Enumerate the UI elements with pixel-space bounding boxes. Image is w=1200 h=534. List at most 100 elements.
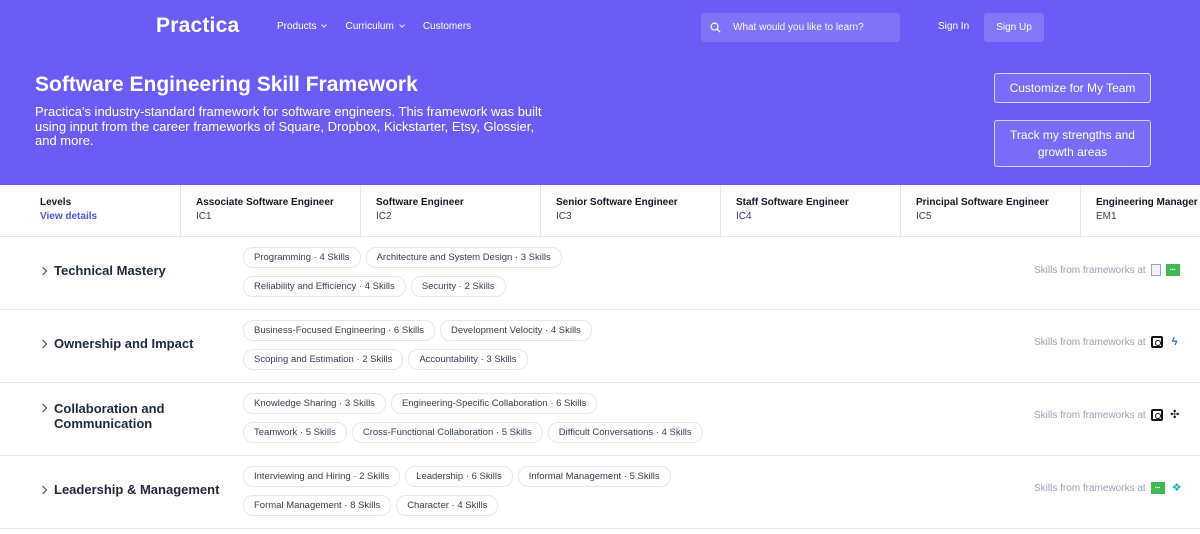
category-title: Ownership and Impact: [54, 336, 193, 351]
square-logo-icon: [1150, 409, 1163, 421]
frameworks-source: Skills from frameworks at ▪▪▪ ❖: [1034, 482, 1184, 494]
nav-products-label: Products: [277, 21, 317, 32]
blue-glyph-icon: ϟ: [1171, 336, 1178, 348]
frameworks-source: Skills from frameworks at ▪▪▪: [1034, 264, 1180, 276]
customize-team-button[interactable]: Customize for My Team: [994, 73, 1151, 103]
frameworks-label: Skills from frameworks at: [1034, 264, 1146, 276]
chevron-down-icon: [321, 22, 328, 28]
level-name: Principal Software Engineer: [916, 197, 1049, 208]
levels-label-col: Levels View details: [25, 185, 180, 237]
level-name: Associate Software Engineer: [196, 197, 334, 208]
level-ic2[interactable]: Software Engineer IC2: [360, 185, 540, 237]
frameworks-source: Skills from frameworks at ✣: [1034, 409, 1182, 421]
levels-header: Levels View details Associate Software E…: [0, 185, 1200, 237]
chevron-right-icon: [38, 485, 48, 494]
level-ic1[interactable]: Associate Software Engineer IC1: [180, 185, 360, 237]
level-code: IC3: [556, 211, 572, 222]
skill-chip[interactable]: Scoping and Estimation · 2 Skills: [243, 349, 404, 370]
track-strengths-button[interactable]: Track my strengths and growth areas: [994, 120, 1151, 167]
nav-curriculum-label: Curriculum: [345, 21, 394, 32]
search-input[interactable]: [733, 22, 893, 33]
skill-chip[interactable]: Cross-Functional Collaboration · 5 Skill…: [351, 422, 543, 443]
skill-chip[interactable]: Informal Management · 5 Skills: [517, 466, 671, 487]
page-description: Practica's industry-standard framework f…: [35, 104, 542, 148]
level-code: IC4: [736, 211, 752, 222]
category-row-collaboration: Collaboration and Communication Knowledg…: [0, 383, 1200, 456]
dark-glyph-icon: ✣: [1170, 409, 1180, 421]
level-ic3[interactable]: Senior Software Engineer IC3: [540, 185, 720, 237]
level-ic5[interactable]: Principal Software Engineer IC5: [900, 185, 1080, 237]
teal-glyph-icon: ❖: [1171, 482, 1182, 494]
frameworks-source: Skills from frameworks at ϟ: [1034, 336, 1182, 348]
level-code: IC1: [196, 211, 212, 222]
skill-chips: Knowledge Sharing · 3 Skills Engineering…: [243, 393, 763, 443]
level-name: Engineering Manager: [1096, 197, 1198, 208]
skill-chips: Programming · 4 Skills Architecture and …: [243, 247, 763, 297]
category-row-ownership-impact: Ownership and Impact Business-Focused En…: [0, 310, 1200, 383]
category-toggle[interactable]: Collaboration and Communication: [38, 401, 165, 431]
skill-chip[interactable]: Knowledge Sharing · 3 Skills: [243, 393, 386, 414]
green-logo-icon: ▪▪▪: [1165, 264, 1180, 276]
skill-chip[interactable]: Leadership · 6 Skills: [405, 466, 513, 487]
main-nav: Products Curriculum Customers: [277, 21, 471, 32]
skill-chip[interactable]: Character · 4 Skills: [396, 495, 499, 516]
skill-chip[interactable]: Security · 2 Skills: [410, 276, 506, 297]
category-title: Leadership & Management: [54, 482, 219, 497]
sign-up-button[interactable]: Sign Up: [984, 13, 1044, 42]
chevron-down-icon: [398, 22, 405, 28]
level-em1[interactable]: Engineering Manager EM1: [1080, 185, 1200, 237]
chevron-right-icon: [38, 339, 48, 348]
nav-products[interactable]: Products: [277, 21, 328, 32]
category-title-line: Ownership and Impact: [54, 336, 194, 351]
category-toggle[interactable]: Technical Mastery: [38, 263, 166, 278]
chevron-right-icon: [38, 266, 48, 275]
frameworks-label: Skills from frameworks at: [1034, 409, 1146, 421]
page-title: Software Engineering Skill Framework: [35, 73, 418, 96]
nav-customers-label: Customers: [422, 21, 472, 32]
nav-customers[interactable]: Customers: [423, 21, 471, 32]
level-code: IC5: [916, 211, 932, 222]
frameworks-label: Skills from frameworks at: [1034, 336, 1146, 348]
level-code: IC2: [376, 211, 392, 222]
category-row-leadership: Leadership & Management Interviewing and…: [0, 456, 1200, 529]
skill-chip[interactable]: Business-Focused Engineering · 6 Skills: [243, 320, 436, 341]
category-row-technical-mastery: Technical Mastery Programming · 4 Skills…: [0, 237, 1200, 310]
category-toggle[interactable]: Leadership & Management: [38, 482, 219, 497]
nav-curriculum[interactable]: Curriculum: [345, 21, 405, 32]
level-name: Senior Software Engineer: [556, 197, 678, 208]
square-logo-icon: [1150, 336, 1163, 348]
level-code: EM1: [1096, 211, 1117, 222]
sign-in-link[interactable]: Sign In: [938, 21, 969, 32]
category-title-line: Communication: [54, 416, 153, 431]
skill-chip[interactable]: Engineering-Specific Collaboration · 6 S…: [390, 393, 598, 414]
level-name: Software Engineer: [376, 197, 464, 208]
skill-chip[interactable]: Architecture and System Design · 3 Skill…: [365, 247, 562, 268]
skill-chip[interactable]: Interviewing and Hiring · 2 Skills: [243, 466, 401, 487]
category-title-line: Leadership & Management: [54, 482, 220, 497]
level-ic4[interactable]: Staff Software Engineer IC4: [720, 185, 900, 237]
skill-chip[interactable]: Accountability · 3 Skills: [408, 349, 528, 370]
skill-chip[interactable]: Reliability and Efficiency · 4 Skills: [243, 276, 406, 297]
levels-label: Levels: [40, 197, 72, 208]
chevron-right-icon: [38, 403, 48, 413]
practica-logo[interactable]: Practica: [156, 14, 239, 38]
category-toggle[interactable]: Ownership and Impact: [38, 336, 193, 351]
hero-banner: Practica Products Curriculum Customers S…: [0, 0, 1200, 185]
skill-chips: Business-Focused Engineering · 6 Skills …: [243, 320, 763, 370]
level-name: Staff Software Engineer: [736, 197, 849, 208]
category-title-line: Collaboration and: [54, 401, 165, 416]
skill-chip[interactable]: Teamwork · 5 Skills: [243, 422, 347, 443]
category-title-line: Technical Mastery: [54, 263, 166, 278]
doc-icon: [1150, 264, 1161, 276]
green-logo-icon: ▪▪▪: [1150, 482, 1165, 494]
view-details-link[interactable]: View details: [40, 211, 180, 222]
category-title: Technical Mastery: [54, 263, 166, 278]
skill-chip[interactable]: Programming · 4 Skills: [243, 247, 361, 268]
skill-chip[interactable]: Development Velocity · 4 Skills: [440, 320, 592, 341]
skill-chip[interactable]: Difficult Conversations · 4 Skills: [547, 422, 703, 443]
category-title: Collaboration and Communication: [54, 401, 165, 431]
search-icon: [710, 22, 721, 33]
skill-chip[interactable]: Formal Management · 8 Skills: [243, 495, 392, 516]
search-box[interactable]: [701, 13, 900, 42]
frameworks-label: Skills from frameworks at: [1034, 482, 1146, 494]
